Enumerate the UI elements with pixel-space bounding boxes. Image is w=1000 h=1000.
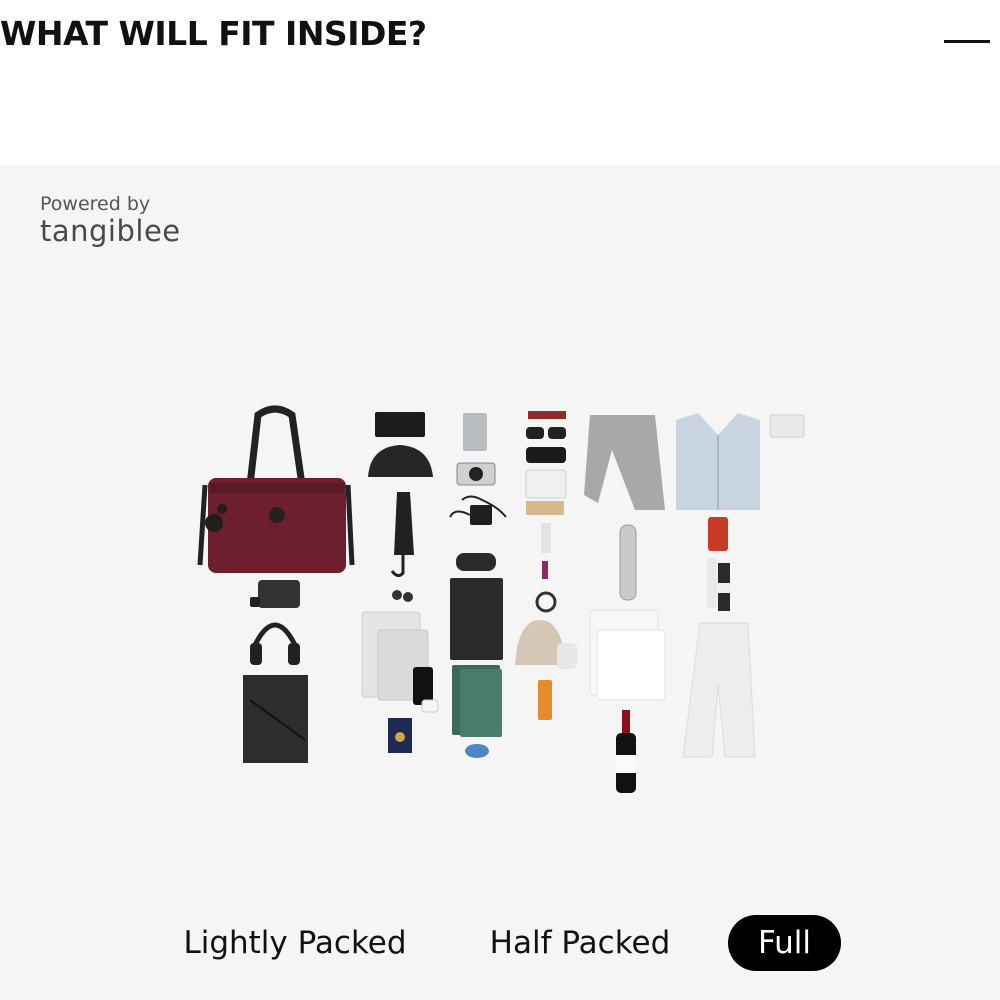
keys-icon [392,590,413,602]
minus-icon [944,40,990,43]
gloves-icon [557,643,577,669]
page-title: WHAT WILL FIT INSIDE? [0,14,427,53]
wine-bottle-icon [616,710,636,793]
comb-icon [526,501,564,515]
lipstick-icon [541,523,551,579]
phone-icon [413,667,439,713]
wallet-icon [375,412,425,437]
pouch-icon [250,580,300,608]
folder-icon [243,675,308,763]
passport-icon [388,718,412,753]
umbrella-icon [390,492,414,578]
option-half-packed[interactable]: Half Packed [480,915,680,971]
header: WHAT WILL FIT INSIDE? [0,0,1000,165]
power-bank-icon [463,413,487,451]
trousers-icon [682,622,756,758]
camera-icon [456,462,496,486]
socks-icon [707,558,730,611]
collapse-button[interactable] [936,26,996,56]
wipes-icon [525,469,567,499]
fit-preview-panel: Powered by tangiblee Lightly Packed Half… [0,165,1000,1000]
option-full[interactable]: Full [728,915,841,971]
notebook-icon [450,578,503,737]
headphones-icon [250,622,300,665]
charger-icon [449,495,507,525]
mug-icon [708,517,728,551]
option-lightly-packed[interactable]: Lightly Packed [180,915,410,971]
scarf-icon [584,415,665,510]
pack-level-selector: Lightly Packed Half Packed Full [0,915,1000,975]
sunscreen-icon [538,680,552,720]
earbuds-case-icon [465,744,489,758]
cardigan-icon [676,413,760,510]
t-shirt-icon [589,609,666,701]
water-bottle-icon [619,524,637,601]
flatlay-image [197,405,805,793]
glasses-case-icon [456,553,496,571]
sunglasses-icon [526,411,566,463]
tissues-icon [769,414,805,438]
cosmetic-bag-icon [368,445,433,477]
mirror-icon [535,591,557,613]
tote-bag-icon [197,405,355,573]
